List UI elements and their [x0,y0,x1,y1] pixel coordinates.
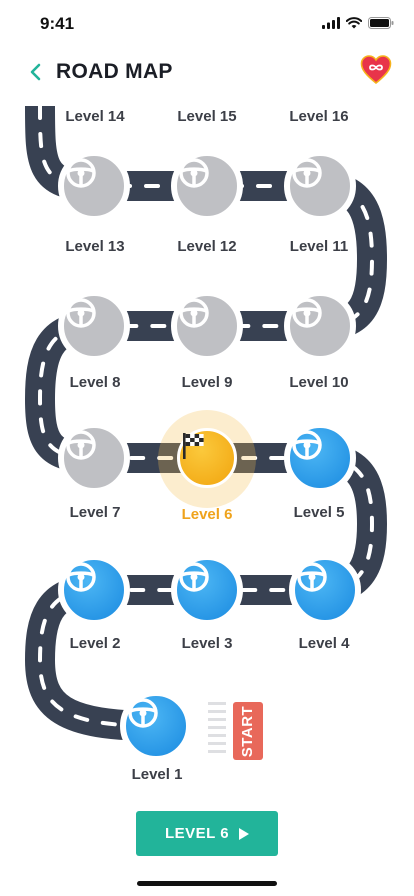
level-9-node[interactable] [171,290,243,362]
level-15-label: Level 15 [177,108,237,125]
start-line [208,702,228,758]
signal-icon [322,17,340,29]
level-5-node[interactable] [284,422,356,494]
level-10-label: Level 10 [289,374,349,391]
level-1-node[interactable] [120,690,192,762]
level-8-label: Level 8 [69,374,121,391]
level-12-node[interactable] [171,150,243,222]
level-9-label: Level 9 [181,374,233,391]
steering-wheel-icon [292,298,322,328]
steering-wheel-icon [66,158,96,188]
level-11-label: Level 11 [289,238,349,255]
wifi-icon [346,17,362,29]
status-time: 9:41 [40,14,75,33]
lives-button[interactable] [360,54,392,86]
level-14-label: Level 14 [65,108,125,125]
chevron-left-icon [30,63,41,81]
level-13-node[interactable] [58,150,130,222]
level-2-node[interactable] [58,554,130,626]
level-4-node[interactable] [289,554,361,626]
start-label: START [239,705,257,757]
steering-wheel-icon [66,430,96,460]
home-indicator[interactable] [137,881,277,886]
level-13-label: Level 13 [65,238,125,255]
level-10-node[interactable] [284,290,356,362]
level-8-node[interactable] [58,290,130,362]
level-12-label: Level 12 [177,238,237,255]
level-7-label: Level 7 [69,504,121,521]
status-bar: 9:41 [0,0,414,50]
steering-wheel-icon [66,298,96,328]
steering-wheel-icon [179,562,209,592]
level-3-label: Level 3 [181,635,233,652]
steering-wheel-icon [179,158,209,188]
level-5-label: Level 5 [293,504,345,521]
heart-infinity-icon [360,55,392,85]
play-icon [239,827,250,840]
continue-level-label: LEVEL 6 [164,825,230,842]
steering-wheel-icon [292,430,322,460]
road-map: Level 14 Level 15 Level 16 Level 13 Leve… [0,94,414,794]
battery-icon [368,17,394,29]
level-2-label: Level 2 [69,635,121,652]
header: ROAD MAP [0,50,414,94]
checkered-flag-icon [183,433,204,459]
steering-wheel-icon [292,158,322,188]
level-6-node[interactable] [177,428,237,488]
level-7-node[interactable] [58,422,130,494]
steering-wheel-icon [66,562,96,592]
continue-level-button[interactable]: LEVEL 6 [136,811,278,856]
steering-wheel-icon [179,298,209,328]
start-sign: START [233,702,263,760]
level-16-label: Level 16 [289,108,349,125]
page-title: ROAD MAP [56,60,173,83]
level-4-label: Level 4 [298,635,350,652]
status-icons [322,17,394,29]
level-3-node[interactable] [171,554,243,626]
back-button[interactable] [22,58,50,86]
level-11-node[interactable] [284,150,356,222]
steering-wheel-icon [128,698,158,728]
level-6-label: Level 6 [181,506,233,523]
level-1-label: Level 1 [131,766,183,783]
steering-wheel-icon [297,562,327,592]
